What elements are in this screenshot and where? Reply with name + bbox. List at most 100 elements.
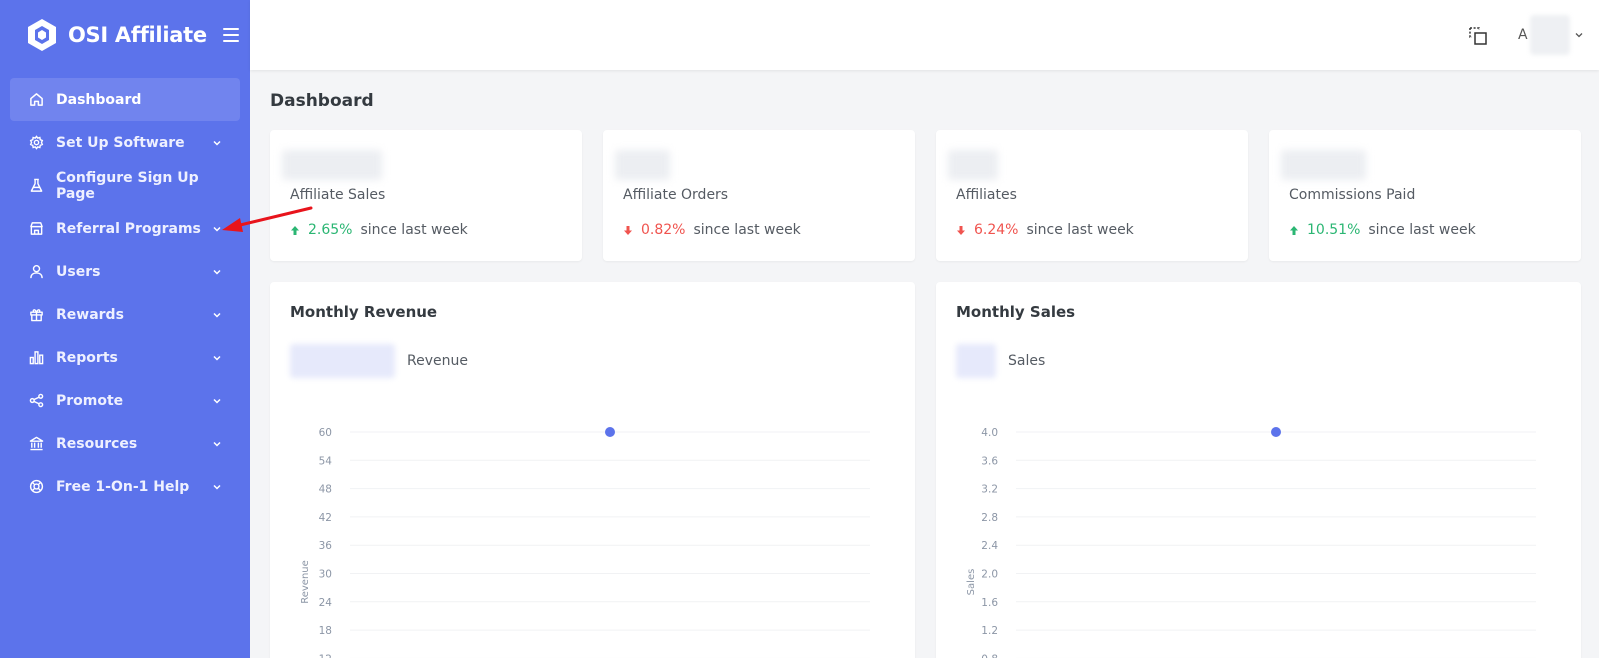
stat-value-redacted <box>282 150 382 180</box>
stat-change: 2.65% <box>308 222 353 238</box>
stat-change: 10.51% <box>1307 222 1361 238</box>
revenue-plot: 60 54 48 42 36 30 24 18 12 Revenue <box>300 427 870 658</box>
store-icon <box>28 221 44 237</box>
y-tick-label: 1.6 <box>981 597 998 609</box>
y-tick-label: 0.8 <box>981 653 998 658</box>
lifebuoy-icon <box>28 479 44 495</box>
sidebar-item-label: Rewards <box>56 306 124 323</box>
y-tick-label: 2.0 <box>981 569 998 581</box>
stat-trend: 2.65% since last week <box>290 222 468 238</box>
chevron-down-icon <box>212 439 222 449</box>
brand-logo-icon[interactable] <box>24 17 60 53</box>
stat-label: Affiliates <box>956 187 1017 203</box>
stat-card-commissions-paid: Commissions Paid 10.51% since last week <box>1269 130 1581 261</box>
chevron-down-icon <box>212 482 222 492</box>
y-tick-label: 3.2 <box>981 484 998 496</box>
stat-card-affiliate-sales: Affiliate Sales 2.65% since last week <box>270 130 582 261</box>
stat-card-affiliates: Affiliates 6.24% since last week <box>936 130 1248 261</box>
stat-since: since last week <box>1368 222 1476 238</box>
sidebar-item-label: Referral Programs <box>56 220 201 237</box>
menu-toggle-icon[interactable] <box>222 28 239 42</box>
sidebar-item-label: Users <box>56 263 101 280</box>
y-tick-label: 12 <box>319 653 332 658</box>
sidebar-item-label: Configure Sign Up Page <box>56 169 199 202</box>
stat-trend: 0.82% since last week <box>623 222 801 238</box>
sidebar-item-label: Promote <box>56 392 124 409</box>
sidebar-item-dashboard[interactable]: Dashboard <box>10 78 240 121</box>
bank-icon <box>28 436 44 452</box>
home-icon <box>28 92 44 108</box>
stat-label: Affiliate Sales <box>290 187 386 203</box>
stat-card-affiliate-orders: Affiliate Orders 0.82% since last week <box>603 130 915 261</box>
stat-value-redacted <box>615 150 670 180</box>
sidebar-item-label: Reports <box>56 349 118 366</box>
chevron-down-icon <box>1574 30 1584 40</box>
stat-change: 6.24% <box>974 222 1019 238</box>
y-tick-label: 1.2 <box>981 625 998 637</box>
page-title: Dashboard <box>270 91 374 111</box>
sidebar-item-configure-sign-up-page[interactable]: Configure Sign Up Page <box>10 164 240 207</box>
flask-icon <box>28 178 44 194</box>
y-axis-label: Sales <box>966 569 977 596</box>
y-tick-label: 2.8 <box>981 512 998 524</box>
y-tick-label: 2.4 <box>981 540 998 552</box>
sidebar-item-free-help[interactable]: Free 1-On-1 Help <box>10 465 240 508</box>
arrow-down-icon <box>623 225 633 236</box>
sidebar-item-label: Set Up Software <box>56 134 185 151</box>
sidebar-item-label: Dashboard <box>56 91 142 108</box>
chevron-down-icon <box>212 353 222 363</box>
arrow-down-icon <box>956 225 966 236</box>
user-icon <box>28 264 44 280</box>
chevron-down-icon <box>212 396 222 406</box>
arrow-up-icon <box>1289 225 1299 236</box>
user-name: A <box>1518 27 1528 43</box>
y-tick-label: 60 <box>319 427 332 439</box>
sidebar-item-label: Resources <box>56 435 138 452</box>
y-tick-label: 36 <box>319 540 333 552</box>
sidebar-menu: Dashboard Set Up Software Configure Sign… <box>0 70 250 508</box>
sidebar-item-resources[interactable]: Resources <box>10 422 240 465</box>
sidebar: OSI Affiliate Dashboard Set Up Software … <box>0 0 250 658</box>
sidebar-item-label: Free 1-On-1 Help <box>56 478 190 495</box>
stat-since: since last week <box>693 222 801 238</box>
stat-since: since last week <box>1026 222 1134 238</box>
stat-label: Commissions Paid <box>1289 187 1416 203</box>
share-icon <box>28 393 44 409</box>
y-tick-label: 3.6 <box>981 455 998 467</box>
gear-icon <box>28 135 44 151</box>
sales-plot: 4.0 3.6 3.2 2.8 2.4 2.0 1.6 1.2 0.8 Sales <box>966 427 1536 658</box>
y-tick-label: 4.0 <box>981 427 998 439</box>
y-tick-label: 48 <box>319 484 332 496</box>
stat-trend: 6.24% since last week <box>956 222 1134 238</box>
sidebar-item-reports[interactable]: Reports <box>10 336 240 379</box>
topbar: A <box>250 0 1599 70</box>
stat-label: Affiliate Orders <box>623 187 729 203</box>
user-menu[interactable]: A <box>1518 10 1584 60</box>
sidebar-item-users[interactable]: Users <box>10 250 240 293</box>
data-point[interactable] <box>1271 427 1281 437</box>
user-name-redacted <box>1529 15 1570 55</box>
stat-change: 0.82% <box>641 222 686 238</box>
chevron-down-icon <box>212 224 222 234</box>
sidebar-item-promote[interactable]: Promote <box>10 379 240 422</box>
y-tick-label: 18 <box>319 625 332 637</box>
y-tick-label: 54 <box>319 455 333 467</box>
sidebar-item-rewards[interactable]: Rewards <box>10 293 240 336</box>
stat-value-redacted <box>1281 150 1366 180</box>
brand: OSI Affiliate <box>0 0 250 70</box>
stat-value-redacted <box>948 150 998 180</box>
chevron-down-icon <box>212 267 222 277</box>
monthly-revenue-card: Monthly Revenue Revenue 60 54 48 42 36 30 24 18… <box>270 282 915 658</box>
y-tick-label: 42 <box>319 512 332 524</box>
stat-since: since last week <box>360 222 468 238</box>
fullscreen-icon[interactable] <box>1468 26 1488 46</box>
y-tick-label: 30 <box>319 569 332 581</box>
sidebar-item-set-up-software[interactable]: Set Up Software <box>10 121 240 164</box>
stat-trend: 10.51% since last week <box>1289 222 1476 238</box>
data-point[interactable] <box>605 427 615 437</box>
bar-chart-icon <box>28 350 44 366</box>
brand-name[interactable]: OSI Affiliate <box>68 23 207 47</box>
sidebar-item-referral-programs[interactable]: Referral Programs <box>10 207 240 250</box>
arrow-up-icon <box>290 225 300 236</box>
chevron-down-icon <box>212 138 222 148</box>
